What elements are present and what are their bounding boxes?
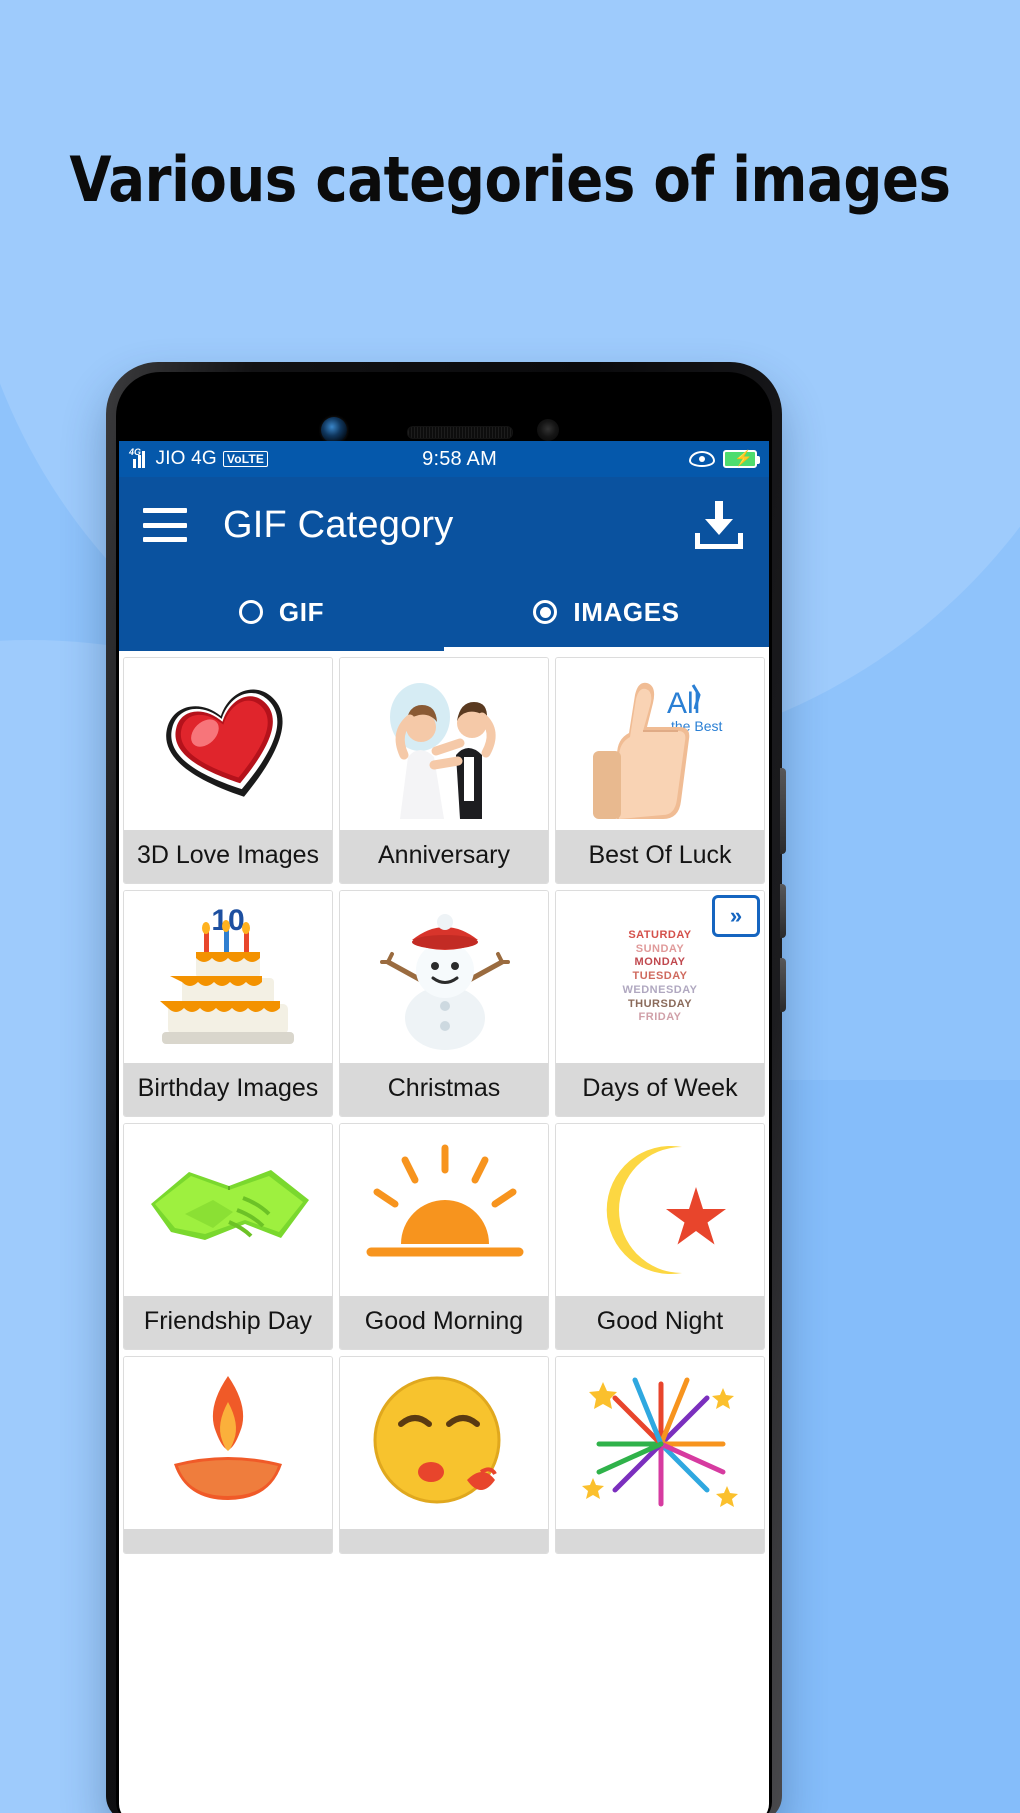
screenshot-stage: Various categories of images 4G JIO 4G V… bbox=[0, 0, 1020, 1813]
sunrise-icon bbox=[340, 1124, 548, 1296]
hamburger-menu-icon[interactable] bbox=[143, 508, 187, 542]
category-label: Best Of Luck bbox=[556, 830, 764, 883]
radio-unselected-icon bbox=[238, 600, 263, 624]
tab-images-label: IMAGES bbox=[573, 596, 680, 627]
carrier-label: JIO 4G bbox=[155, 448, 217, 469]
status-bar-right: ⚡ bbox=[689, 450, 760, 468]
category-cell[interactable] bbox=[123, 1356, 333, 1554]
heart-3d-icon bbox=[124, 658, 332, 830]
category-label bbox=[340, 1529, 548, 1553]
dow-day: WEDNESDAY bbox=[622, 983, 698, 996]
phone-volume-down-button bbox=[780, 958, 786, 1012]
category-cell[interactable] bbox=[339, 1356, 549, 1554]
app-screen: 4G JIO 4G VoLTE 9:58 AM ⚡ GIF Category G… bbox=[119, 441, 769, 1813]
category-cell[interactable]: » SATURDAY SUNDAY MONDAY TUESDAY WEDNESD… bbox=[555, 890, 765, 1117]
app-bar: GIF Category bbox=[119, 477, 769, 573]
days-of-week-text-art: SATURDAY SUNDAY MONDAY TUESDAY WEDNESDAY… bbox=[623, 929, 698, 1025]
kissing-face-icon bbox=[340, 1357, 548, 1529]
category-label bbox=[556, 1529, 764, 1553]
dow-day: FRIDAY bbox=[638, 1011, 682, 1024]
front-camera-icon bbox=[321, 417, 347, 443]
earpiece-speaker bbox=[407, 426, 513, 439]
category-label: Anniversary bbox=[340, 830, 548, 883]
dow-day: SUNDAY bbox=[635, 942, 685, 955]
category-cell[interactable] bbox=[555, 1356, 765, 1554]
tab-images[interactable]: IMAGES bbox=[444, 573, 769, 651]
snowman-icon bbox=[340, 891, 548, 1063]
category-label: Friendship Day bbox=[124, 1296, 332, 1349]
category-label: Birthday Images bbox=[124, 1063, 332, 1116]
tab-gif[interactable]: GIF bbox=[119, 573, 444, 651]
download-icon[interactable] bbox=[693, 499, 745, 551]
category-label: Good Night bbox=[556, 1296, 764, 1349]
wedding-couple-icon bbox=[340, 658, 548, 830]
signal-strength-icon: 4G bbox=[129, 447, 150, 468]
status-bar-left: 4G JIO 4G VoLTE bbox=[129, 447, 269, 470]
eye-icon bbox=[689, 451, 715, 467]
category-label: Christmas bbox=[340, 1063, 548, 1116]
diya-lamp-icon bbox=[124, 1357, 332, 1529]
birthday-cake-icon: 10 bbox=[124, 891, 332, 1063]
page-title: Various categories of images bbox=[69, 143, 951, 216]
phone-volume-up-button bbox=[780, 884, 786, 938]
status-bar-clock: 9:58 AM bbox=[422, 447, 497, 470]
dow-day: SATURDAY bbox=[628, 928, 692, 941]
battery-charging-icon: ⚡ bbox=[723, 450, 760, 468]
phone-bezel: 4G JIO 4G VoLTE 9:58 AM ⚡ GIF Category G… bbox=[116, 372, 772, 1813]
tab-gif-label: GIF bbox=[278, 596, 325, 627]
network-type-badge: 4G bbox=[129, 447, 142, 457]
status-bar: 4G JIO 4G VoLTE 9:58 AM ⚡ bbox=[119, 441, 769, 477]
dow-day: TUESDAY bbox=[632, 970, 688, 983]
fireworks-icon bbox=[556, 1357, 764, 1529]
dow-day: THURSDAY bbox=[627, 997, 693, 1010]
volte-badge: VoLTE bbox=[222, 451, 269, 467]
phone-notch bbox=[119, 375, 769, 443]
tab-bar: GIF IMAGES bbox=[119, 573, 769, 651]
category-label bbox=[124, 1529, 332, 1553]
category-label: 3D Love Images bbox=[124, 830, 332, 883]
thumbs-up-icon: All the Best bbox=[556, 658, 764, 830]
category-cell[interactable]: Anniversary bbox=[339, 657, 549, 884]
category-label: Good Morning bbox=[340, 1296, 548, 1349]
category-grid: 3D Love Images Anniversary All the Best … bbox=[119, 651, 769, 1554]
category-cell[interactable]: All the Best Best Of Luck bbox=[555, 657, 765, 884]
app-bar-title: GIF Category bbox=[223, 503, 454, 546]
category-cell[interactable]: 3D Love Images bbox=[123, 657, 333, 884]
phone-mockup: 4G JIO 4G VoLTE 9:58 AM ⚡ GIF Category G… bbox=[106, 362, 786, 1813]
radio-selected-icon bbox=[533, 600, 558, 624]
category-label: Days of Week bbox=[556, 1063, 764, 1116]
category-cell[interactable]: Christmas bbox=[339, 890, 549, 1117]
phone-glass: 4G JIO 4G VoLTE 9:58 AM ⚡ GIF Category G… bbox=[119, 375, 769, 1813]
dow-day: MONDAY bbox=[634, 956, 686, 969]
handshake-icon bbox=[124, 1124, 332, 1296]
category-cell[interactable]: Good Morning bbox=[339, 1123, 549, 1350]
phone-side-button bbox=[780, 768, 786, 854]
category-cell[interactable]: Friendship Day bbox=[123, 1123, 333, 1350]
category-cell[interactable]: Good Night bbox=[555, 1123, 765, 1350]
crescent-moon-star-icon bbox=[556, 1124, 764, 1296]
category-cell[interactable]: 10 Birthday Images bbox=[123, 890, 333, 1117]
proximity-sensor-icon bbox=[537, 419, 559, 441]
forward-arrows-badge-icon[interactable]: » bbox=[712, 895, 760, 937]
